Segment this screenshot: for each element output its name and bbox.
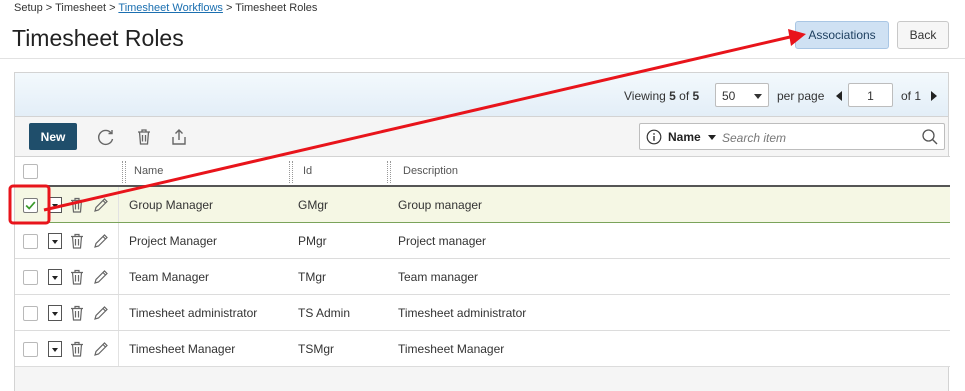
pencil-icon[interactable] — [93, 197, 109, 213]
per-page-label: per page — [777, 89, 825, 103]
pencil-icon[interactable] — [93, 269, 109, 285]
page-number-input[interactable]: 1 — [848, 83, 893, 107]
export-icon[interactable] — [169, 127, 189, 147]
grid-toolbar: New Name — [15, 118, 948, 156]
trash-icon[interactable] — [70, 233, 84, 249]
viewing-prefix: Viewing — [624, 89, 670, 103]
row-divider — [118, 223, 119, 258]
pencil-icon[interactable] — [93, 233, 109, 249]
pager-bar: Viewing 5 of 5 50 per page 1 of 1 — [15, 73, 948, 117]
cell-name: Project Manager — [129, 234, 218, 248]
back-button[interactable]: Back — [897, 21, 949, 49]
breadcrumb-timesheet[interactable]: Timesheet — [55, 2, 106, 14]
table-row[interactable]: Timesheet Manager TSMgr Timesheet Manager — [15, 331, 950, 367]
table-row[interactable]: Timesheet administrator TS Admin Timesheet… — [15, 295, 950, 331]
cell-id: TSMgr — [298, 342, 334, 356]
table-row[interactable]: Team Manager TMgr Team manager — [15, 259, 950, 295]
pencil-icon[interactable] — [93, 305, 109, 321]
cell-name: Timesheet administrator — [129, 306, 258, 320]
cell-name: Team Manager — [129, 270, 210, 284]
cell-id: PMgr — [298, 234, 327, 248]
new-button[interactable]: New — [29, 123, 77, 150]
column-resize-handle[interactable] — [122, 161, 126, 183]
cell-description: Timesheet administrator — [398, 306, 527, 320]
row-checkbox[interactable] — [23, 234, 38, 249]
column-header-id[interactable]: Id — [303, 165, 312, 177]
cell-id: TS Admin — [298, 306, 351, 320]
trash-icon[interactable] — [70, 269, 84, 285]
cell-description: Team manager — [398, 270, 479, 284]
column-header-description[interactable]: Description — [403, 165, 458, 177]
previous-page-icon[interactable] — [836, 91, 842, 101]
per-page-select[interactable]: 50 — [715, 83, 769, 107]
info-icon[interactable] — [646, 129, 662, 145]
row-divider — [118, 331, 119, 366]
viewing-total: 5 — [692, 89, 700, 103]
page-title: Timesheet Roles — [12, 25, 184, 51]
cell-name: Timesheet Manager — [129, 342, 236, 356]
row-menu-button[interactable] — [48, 269, 62, 285]
row-menu-button[interactable] — [48, 305, 62, 321]
row-checkbox[interactable] — [23, 306, 38, 321]
cell-description: Timesheet Manager — [398, 342, 505, 356]
trash-icon[interactable] — [134, 127, 154, 147]
breadcrumb-separator: > — [42, 2, 56, 14]
cell-description: Group manager — [398, 198, 483, 212]
cell-id: TMgr — [298, 270, 326, 284]
viewing-of: of — [675, 89, 693, 103]
column-header-name[interactable]: Name — [134, 165, 163, 177]
search-input[interactable] — [722, 130, 912, 146]
breadcrumb-separator: > — [106, 2, 119, 14]
trash-icon[interactable] — [70, 197, 84, 213]
trash-icon[interactable] — [70, 341, 84, 357]
associations-button[interactable]: Associations — [795, 21, 889, 49]
grid-header: Name Id Description — [15, 156, 950, 187]
per-page-value: 50 — [722, 89, 736, 103]
table-row[interactable]: Group Manager GMgr Group manager — [15, 187, 950, 223]
grid-body: Group Manager GMgr Group manager Project Ma… — [15, 187, 950, 367]
breadcrumb: Setup > Timesheet > Timesheet Workflows … — [14, 2, 317, 14]
row-divider — [118, 259, 119, 294]
chevron-down-icon[interactable] — [708, 135, 716, 140]
next-page-icon[interactable] — [931, 91, 937, 101]
pencil-icon[interactable] — [93, 341, 109, 357]
chevron-down-icon — [754, 94, 762, 99]
viewing-count: Viewing 5 of 5 — [624, 89, 699, 103]
viewing-shown: 5 — [669, 89, 676, 103]
roles-panel: Viewing 5 of 5 50 per page 1 of 1 New Na… — [14, 72, 950, 391]
row-divider — [118, 187, 119, 222]
row-divider — [118, 295, 119, 330]
column-resize-handle[interactable] — [289, 161, 293, 183]
cell-name: Group Manager — [129, 198, 214, 212]
row-checkbox[interactable] — [23, 198, 38, 213]
search-field-selector[interactable]: Name — [668, 130, 701, 144]
table-row[interactable]: Project Manager PMgr Project manager — [15, 223, 950, 259]
breadcrumb-setup[interactable]: Setup — [14, 2, 43, 14]
search-box: Name — [639, 123, 945, 150]
row-checkbox[interactable] — [23, 342, 38, 357]
header-divider — [0, 58, 965, 59]
column-resize-handle[interactable] — [387, 161, 391, 183]
refresh-icon[interactable] — [96, 127, 116, 147]
breadcrumb-current: Timesheet Roles — [235, 2, 318, 14]
row-menu-button[interactable] — [48, 341, 62, 357]
checkmark-icon — [25, 201, 36, 210]
search-icon[interactable] — [921, 128, 939, 146]
roles-grid: Name Id Description Group Manager GMgr Gro… — [15, 156, 950, 367]
row-menu-button[interactable] — [48, 233, 62, 249]
select-all-checkbox[interactable] — [23, 164, 38, 179]
row-menu-button[interactable] — [48, 197, 62, 213]
page-count-label: of 1 — [901, 89, 922, 103]
cell-id: GMgr — [298, 198, 328, 212]
cell-description: Project manager — [398, 234, 487, 248]
breadcrumb-timesheet-workflows[interactable]: Timesheet Workflows — [118, 2, 223, 14]
row-checkbox[interactable] — [23, 270, 38, 285]
breadcrumb-separator: > — [222, 2, 236, 14]
trash-icon[interactable] — [70, 305, 84, 321]
